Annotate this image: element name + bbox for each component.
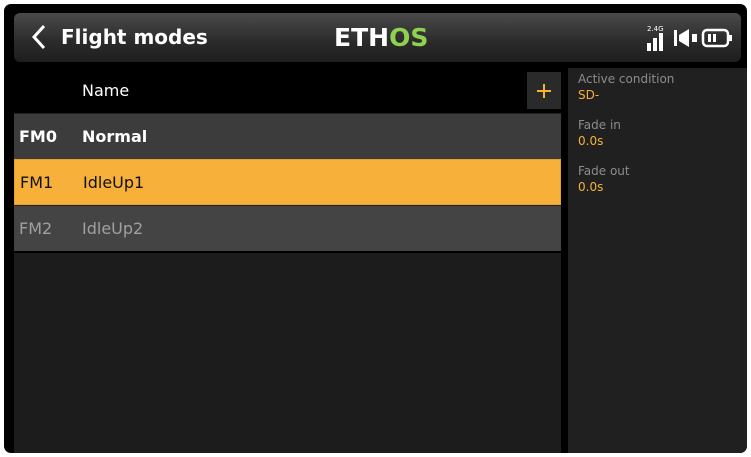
flight-mode-name: IdleUp2 xyxy=(82,219,144,238)
page-title: Flight modes xyxy=(61,25,208,49)
fade-in-value: 0.0s xyxy=(578,134,604,148)
fade-out-value: 0.0s xyxy=(578,180,604,194)
plus-icon xyxy=(537,83,551,98)
active-condition-field[interactable]: Active condition SD- xyxy=(578,72,674,104)
status-icons: 2.4G xyxy=(643,23,733,53)
flight-mode-name: Normal xyxy=(82,127,148,146)
flight-mode-id: FM0 xyxy=(19,127,57,146)
flight-mode-list: Name FM0 Normal FM1 IdleUp1 FM2 IdleUp2 xyxy=(14,68,561,251)
fade-out-field[interactable]: Fade out 0.0s xyxy=(578,164,630,196)
speaker-icon xyxy=(674,29,697,47)
battery-icon xyxy=(701,28,732,48)
add-flight-mode-button[interactable] xyxy=(527,72,561,109)
back-button[interactable] xyxy=(22,18,56,56)
signal-icon: 2.4G xyxy=(647,25,664,51)
fade-in-field[interactable]: Fade in 0.0s xyxy=(578,118,621,150)
flight-mode-id: FM1 xyxy=(20,173,54,192)
flight-mode-name: IdleUp1 xyxy=(83,173,145,192)
flight-mode-row[interactable]: FM2 IdleUp2 xyxy=(14,205,561,251)
list-header: Name xyxy=(14,68,561,113)
radio-band-label: 2.4G xyxy=(647,25,664,33)
ethos-logo: ETHOS xyxy=(334,13,428,62)
chevron-left-icon xyxy=(31,24,46,50)
logo-main: ETH xyxy=(334,23,390,52)
logo-accent: OS xyxy=(389,23,429,52)
fade-in-label: Fade in xyxy=(578,118,621,132)
flight-mode-details: Active condition SD- Fade in 0.0s Fade o… xyxy=(568,68,747,453)
column-header-name: Name xyxy=(82,81,130,100)
flight-mode-row-selected[interactable]: FM1 IdleUp1 xyxy=(14,159,561,205)
flight-mode-row[interactable]: FM0 Normal xyxy=(14,113,561,159)
active-condition-value: SD- xyxy=(578,88,600,102)
top-bar: Flight modes ETHOS 2.4G xyxy=(14,13,741,62)
active-condition-label: Active condition xyxy=(578,72,675,86)
list-empty-area xyxy=(14,253,561,453)
flight-mode-id: FM2 xyxy=(19,219,53,238)
radio-screen: Flight modes ETHOS 2.4G Name FM0 Normal … xyxy=(4,4,747,453)
fade-out-label: Fade out xyxy=(578,164,630,178)
